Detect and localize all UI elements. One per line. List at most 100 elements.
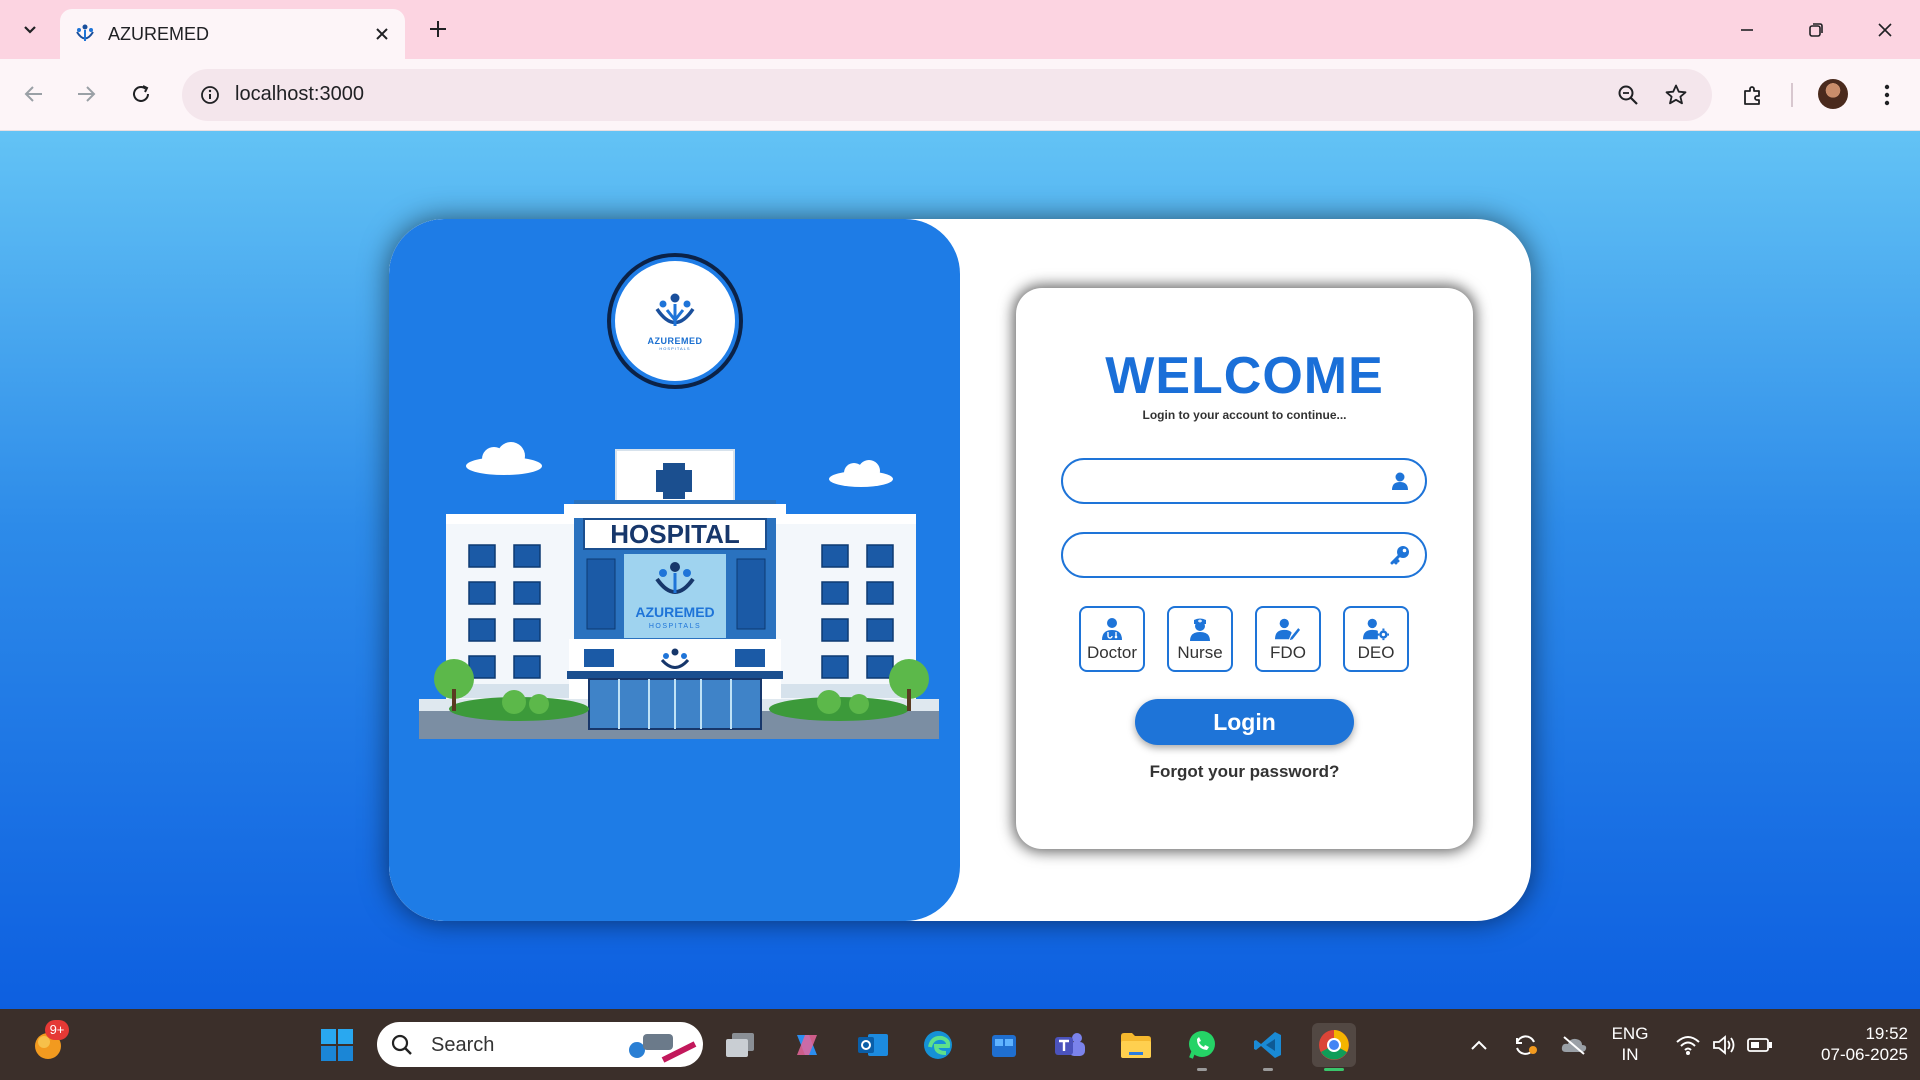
taskbar-edge[interactable] [916,1023,960,1067]
battery-icon [1747,1038,1772,1052]
zoom-icon[interactable] [1612,79,1644,111]
arrow-left-icon [24,86,42,102]
browser-tab[interactable]: AZUREMED [60,9,405,59]
clock[interactable]: 19:52 07-06-2025 [1788,1023,1908,1065]
store-icon [992,1035,1016,1057]
forgot-password-link[interactable]: Forgot your password? [1016,762,1473,782]
username-field[interactable] [1061,458,1427,504]
key-icon [1389,544,1411,566]
url-text[interactable]: localhost:3000 [235,83,364,106]
role-label: Doctor [1086,642,1138,662]
chevron-down-icon [24,26,36,34]
close-icon [376,28,388,40]
user-pen-icon [1275,616,1301,642]
tab-strip: AZUREMED [0,0,1920,59]
close-window-button[interactable] [1861,10,1909,50]
show-hidden-icons-button[interactable] [1457,1023,1501,1067]
back-button[interactable] [14,74,54,114]
welcome-heading: WELCOME [1105,347,1384,405]
taskbar-task-view[interactable] [718,1023,762,1067]
bookmark-star-icon[interactable] [1660,79,1692,111]
vscode-icon [1254,1032,1281,1058]
reload-icon [133,85,149,102]
running-indicator [1197,1068,1207,1071]
logo-text: AZUREMED [647,335,703,346]
role-selector: Doctor Nurse FDO DEO [1079,606,1409,672]
taskbar-chrome[interactable] [1312,1023,1356,1071]
role-label: Nurse [1177,642,1223,662]
tab-close-button[interactable] [369,21,395,47]
onedrive-button[interactable] [1552,1023,1596,1067]
tab-search-menu-button[interactable] [12,11,48,47]
new-tab-button[interactable] [423,14,453,44]
extensions-icon[interactable] [1733,75,1773,115]
taskbar-store[interactable] [982,1023,1026,1067]
taskbar-copilot[interactable] [785,1023,829,1067]
login-form: WELCOME Login to your account to continu… [1016,288,1473,849]
password-input[interactable] [1079,534,1379,576]
taskbar-whatsapp[interactable] [1180,1023,1224,1071]
taskbar-vscode[interactable] [1246,1023,1290,1071]
start-button[interactable] [315,1023,359,1067]
user-gear-icon [1363,616,1389,642]
hospital-brand-text: AZUREMED [635,604,714,620]
username-input[interactable] [1079,460,1379,502]
arrow-right-icon [78,86,96,102]
restore-button[interactable] [1792,10,1840,50]
profile-avatar[interactable] [1818,79,1848,109]
hospital-sign-text: HOSPITAL [610,519,740,549]
taskbar-outlook[interactable] [851,1023,895,1067]
role-fdo-button[interactable]: FDO [1255,606,1321,672]
search-highlight-icon [629,1034,697,1063]
folder-icon [1121,1033,1151,1058]
chrome-icon [1319,1030,1349,1060]
site-info-icon[interactable] [194,79,226,111]
plus-icon [430,21,446,37]
taskbar-search[interactable]: Search [377,1022,703,1067]
running-indicator [1263,1068,1273,1071]
language-indicator[interactable]: ENG IN [1604,1023,1656,1065]
taskbar-teams[interactable] [1048,1023,1092,1067]
azuremed-favicon-icon [72,21,98,47]
toolbar-separator [1791,83,1793,107]
hospital-building-illustration: HOSPITAL AZUREMED HOSPITALS [419,442,939,739]
page-background: AZUREMED HOSPITALS HOSPITAL AZUREMED HOS… [0,131,1920,1009]
sync-icon [1516,1035,1537,1055]
role-deo-button[interactable]: DEO [1343,606,1409,672]
user-icon [1389,470,1411,492]
notification-badge: 9+ [45,1020,69,1040]
onedrive-offline-icon [1561,1036,1587,1055]
running-indicator [1324,1068,1344,1071]
forward-button[interactable] [66,74,106,114]
close-icon [1878,23,1892,37]
wifi-icon [1676,1036,1700,1055]
outlook-icon [858,1034,888,1056]
taskbar-file-explorer[interactable] [1114,1023,1158,1067]
reload-button[interactable] [121,74,161,114]
language-code: ENG [1611,1024,1649,1043]
more-vertical-icon [1884,84,1890,106]
teams-icon [1055,1033,1085,1056]
role-label: DEO [1357,642,1395,662]
login-card: AZUREMED HOSPITALS HOSPITAL AZUREMED HOS… [389,219,1531,921]
clock-date: 07-06-2025 [1821,1045,1908,1064]
login-subtitle: Login to your account to continue... [1142,408,1347,422]
task-view-icon [726,1033,754,1057]
role-nurse-button[interactable]: Nurse [1167,606,1233,672]
windows-taskbar: 9+ Search ENG IN 19:52 07-06-2025 [0,1009,1920,1080]
minimize-button[interactable] [1723,10,1771,50]
role-label: FDO [1270,642,1306,662]
password-field[interactable] [1061,532,1427,578]
nurse-icon [1187,616,1213,642]
role-doctor-button[interactable]: Doctor [1079,606,1145,672]
battery-button[interactable] [1738,1023,1782,1067]
azuremed-logo-icon [655,293,695,326]
minimize-icon [1741,29,1753,31]
copilot-icon [797,1035,817,1055]
address-bar[interactable]: localhost:3000 [182,69,1712,121]
search-label: Search [431,1034,495,1056]
browser-menu-button[interactable] [1867,75,1907,115]
sync-status-button[interactable] [1504,1023,1548,1067]
login-button[interactable]: Login [1135,699,1354,745]
browser-toolbar: localhost:3000 [0,59,1920,131]
